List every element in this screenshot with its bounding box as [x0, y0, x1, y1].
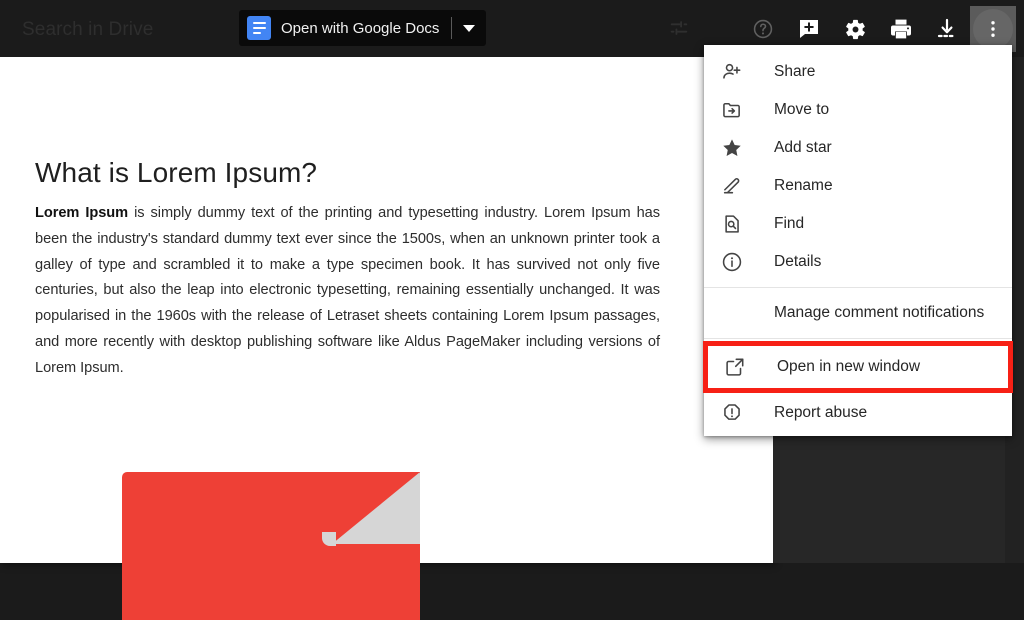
menu-item-add-star[interactable]: Add star [704, 129, 1012, 167]
report-abuse-icon [720, 401, 744, 425]
open-with-google-docs-button[interactable]: Open with Google Docs [239, 10, 486, 46]
print-icon [889, 17, 913, 41]
menu-item-rename[interactable]: Rename [704, 167, 1012, 205]
menu-item-label: Move to [774, 101, 829, 119]
open-with-label: Open with Google Docs [271, 20, 451, 37]
open-with-dropdown-button[interactable] [452, 10, 486, 46]
menu-item-label: Details [774, 253, 821, 271]
find-document-icon [720, 212, 744, 236]
menu-item-manage-comment-notifications[interactable]: Manage comment notifications [704, 294, 1012, 332]
page-title: What is Lorem Ipsum? [35, 157, 317, 189]
download-icon [935, 17, 959, 41]
menu-item-label: Open in new window [777, 358, 920, 376]
more-options-menu: Share Move to Add star Rename [704, 45, 1012, 436]
tune-sliders-button[interactable] [662, 11, 696, 45]
google-docs-icon [247, 16, 271, 40]
menu-item-open-in-new-window[interactable]: Open in new window [707, 345, 1009, 389]
pencil-icon [720, 174, 744, 198]
open-in-new-icon [723, 355, 747, 379]
menu-item-label: Share [774, 63, 815, 81]
more-options-icon [982, 18, 1004, 40]
menu-divider [704, 338, 1012, 339]
menu-item-report-abuse[interactable]: Report abuse [704, 394, 1012, 432]
gear-icon [844, 18, 867, 41]
search-input-placeholder[interactable]: Search in Drive [22, 19, 153, 41]
menu-item-label: Manage comment notifications [774, 304, 984, 322]
folder-move-icon [720, 98, 744, 122]
menu-item-details[interactable]: Details [704, 243, 1012, 281]
graphic-fold-round [322, 532, 336, 546]
paragraph-rest: is simply dummy text of the printing and… [35, 205, 660, 376]
help-icon [752, 18, 774, 40]
tune-sliders-icon [668, 17, 690, 39]
menu-divider [704, 287, 1012, 288]
document-page: What is Lorem Ipsum? Lorem Ipsum is simp… [0, 57, 773, 563]
graphic-body [122, 472, 420, 620]
document-paragraph: Lorem Ipsum is simply dummy text of the … [35, 201, 660, 382]
menu-item-find[interactable]: Find [704, 205, 1012, 243]
person-add-icon [720, 60, 744, 84]
menu-item-label: Report abuse [774, 404, 867, 422]
menu-item-label: Add star [774, 139, 832, 157]
menu-item-move-to[interactable]: Move to [704, 91, 1012, 129]
red-document-graphic [122, 472, 420, 620]
menu-item-share[interactable]: Share [704, 53, 1012, 91]
menu-item-label: Rename [774, 177, 833, 195]
info-circle-icon [720, 250, 744, 274]
menu-item-label: Find [774, 215, 804, 233]
chevron-down-icon [463, 25, 475, 32]
paragraph-lead-bold: Lorem Ipsum [35, 205, 128, 221]
star-icon [720, 136, 744, 160]
add-comment-icon [797, 17, 821, 41]
